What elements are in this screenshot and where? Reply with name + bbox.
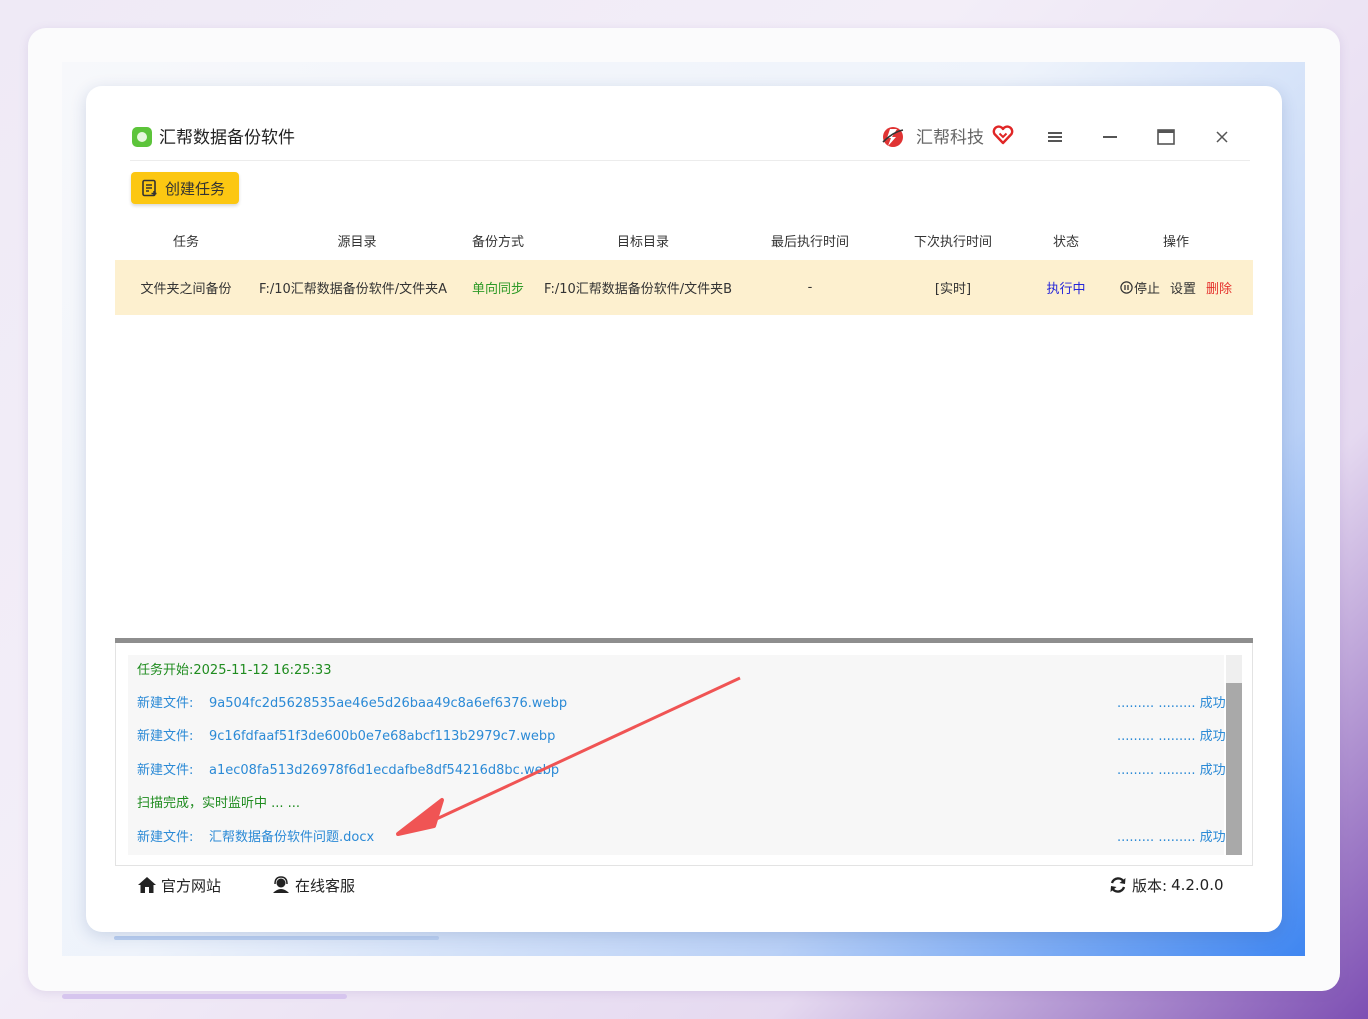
log-result: ......... ......... 成功	[1117, 830, 1226, 845]
close-icon	[1216, 131, 1228, 143]
heart-icon[interactable]	[992, 124, 1014, 146]
last-run-time: -	[807, 280, 813, 295]
official-site-link[interactable]: 官方网站	[137, 874, 221, 896]
row-actions: 停止 设置 删除	[1099, 260, 1253, 315]
log-line: 新建文件: 9c16fdfaaf51f3de600b0e7e68abcf113b…	[137, 727, 1226, 747]
brand-logo-icon	[882, 127, 904, 147]
scrollbar-thumb[interactable]	[1226, 683, 1242, 855]
column-header-status: 状态	[1052, 234, 1079, 250]
log-prefix: 新建文件:	[137, 830, 194, 845]
close-button[interactable]	[1209, 124, 1235, 150]
target-path: F:/10汇帮数据备份软件/文件夹B	[544, 282, 733, 297]
settings-button[interactable]: 设置	[1170, 278, 1196, 297]
log-filename: 汇帮数据备份软件问题.docx	[209, 830, 375, 845]
backup-mode: 单向同步	[471, 282, 524, 297]
log-scrollbar[interactable]	[1226, 655, 1242, 855]
log-line: 扫描完成，实时监听中 ... ...	[137, 794, 300, 814]
log-line: 新建文件: a1ec08fa513d26978f6d1ecdafbe8df542…	[137, 761, 1226, 781]
create-task-label: 创建任务	[165, 179, 226, 198]
log-prefix: 扫描完成，实时监听中 ... ...	[137, 796, 301, 811]
app-logo-icon	[132, 127, 152, 147]
hamburger-icon	[1048, 132, 1062, 142]
log-result: ......... ......... 成功	[1117, 763, 1226, 778]
column-header-mode: 备份方式	[471, 234, 524, 250]
log-prefix: 新建文件:	[137, 763, 194, 778]
log-line: 新建文件: 9a504fc2d5628535ae46e5d26baa49c8a6…	[137, 694, 1226, 714]
minimize-button[interactable]	[1097, 124, 1123, 150]
pause-icon	[1120, 281, 1133, 294]
online-service-link[interactable]: 在线客服	[271, 874, 355, 896]
version-label: 版本:	[1132, 876, 1168, 895]
maximize-icon	[1157, 129, 1175, 145]
menu-button[interactable]	[1042, 124, 1068, 150]
log-filename: 9c16fdfaaf51f3de600b0e7e68abcf113b2979c7…	[209, 729, 556, 744]
log-line: 新建文件: 汇帮数据备份软件问题.docx ......... ........…	[137, 828, 1226, 848]
table-row[interactable]: 文件夹之间备份 F:/10汇帮数据备份软件/文件夹A 单向同步 F:/10汇帮数…	[115, 260, 1253, 315]
minimize-icon	[1103, 136, 1117, 138]
online-service-label: 在线客服	[295, 876, 356, 895]
refresh-icon[interactable]	[1108, 875, 1128, 895]
table-header: 任务 源目录 备份方式 目标目录 最后执行时间 下次执行时间 状态 操作	[115, 222, 1253, 258]
log-result: ......... ......... 成功	[1117, 696, 1226, 711]
create-task-button[interactable]: 创建任务	[131, 172, 239, 204]
column-header-target: 目标目录	[616, 234, 669, 250]
customer-service-icon	[273, 876, 289, 893]
log-line: 任务开始:2025-11-12 16:25:33	[137, 661, 331, 681]
home-icon	[138, 877, 156, 893]
log-result: ......... ......... 成功	[1117, 729, 1226, 744]
source-path: F:/10汇帮数据备份软件/文件夹A	[259, 282, 448, 297]
maximize-button[interactable]	[1153, 124, 1179, 150]
decorative-bar	[62, 994, 347, 999]
delete-button[interactable]: 删除	[1206, 278, 1232, 297]
status-badge: 执行中	[1046, 282, 1086, 297]
log-prefix: 任务开始:	[137, 663, 194, 678]
next-run-time: [实时]	[934, 282, 972, 297]
log-filename: 9a504fc2d5628535ae46e5d26baa49c8a6ef6376…	[209, 696, 568, 711]
task-name: 文件夹之间备份	[140, 282, 232, 297]
version-info: 版本: 4.2.0.0	[1108, 874, 1224, 896]
decorative-bar	[114, 936, 439, 940]
log-prefix: 新建文件:	[137, 729, 194, 744]
version-value: 4.2.0.0	[1171, 876, 1224, 894]
official-site-label: 官方网站	[161, 876, 222, 895]
column-header-last-run: 最后执行时间	[770, 234, 849, 250]
log-list: 任务开始:2025-11-12 16:25:33 新建文件: 9a504fc2d…	[128, 655, 1226, 855]
column-header-actions: 操作	[1162, 234, 1189, 250]
log-panel: 任务开始:2025-11-12 16:25:33 新建文件: 9a504fc2d…	[115, 643, 1253, 866]
brand-name: 汇帮科技	[916, 128, 984, 148]
stop-label: 停止	[1133, 282, 1160, 297]
app-title: 汇帮数据备份软件	[159, 128, 295, 148]
title-bar: 汇帮数据备份软件 汇帮科技	[130, 124, 1250, 161]
task-list-icon	[142, 179, 157, 197]
log-text: 2025-11-12 16:25:33	[193, 663, 332, 678]
log-filename: a1ec08fa513d26978f6d1ecdafbe8df54216d8bc…	[209, 763, 560, 778]
column-header-task: 任务	[172, 234, 199, 250]
stop-button[interactable]: 停止	[1120, 278, 1160, 297]
column-header-next-run: 下次执行时间	[913, 234, 992, 250]
log-prefix: 新建文件:	[137, 696, 194, 711]
column-header-source: 源目录	[337, 234, 377, 250]
